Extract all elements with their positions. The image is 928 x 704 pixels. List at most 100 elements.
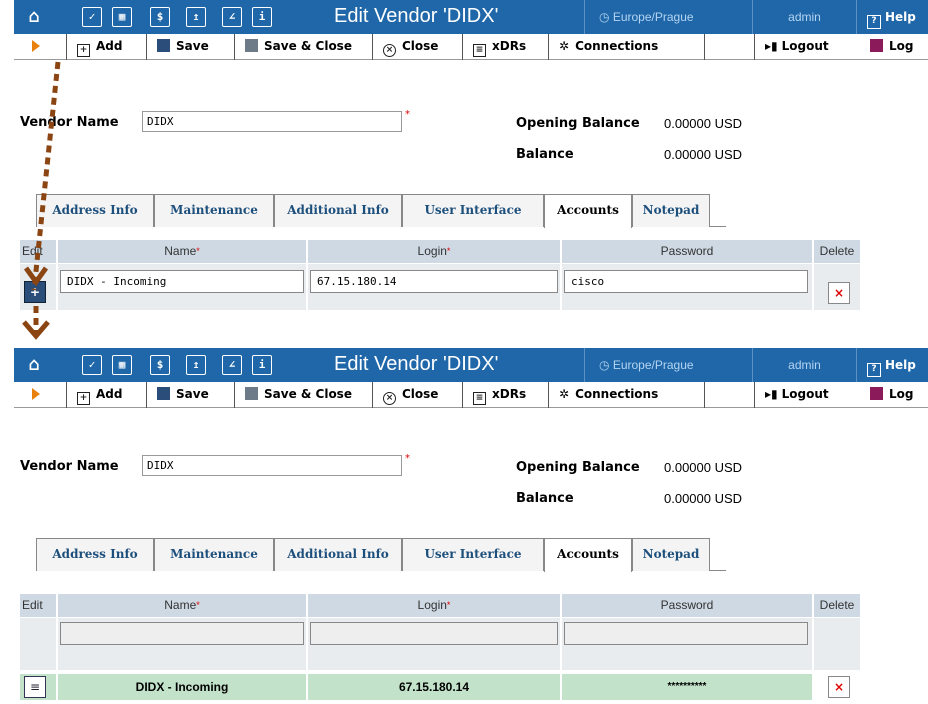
save-close-button[interactable]: Save & Close — [234, 382, 372, 408]
timezone-link[interactable]: ◷ Europe/Prague — [584, 0, 752, 34]
col-delete-header: Delete — [814, 594, 862, 617]
connections-button[interactable]: ✲ Connections — [548, 34, 704, 60]
delete-icon[interactable]: × — [828, 676, 850, 698]
chart-icon[interactable]: ∠ — [222, 7, 242, 27]
logout-label: Logout — [781, 387, 829, 401]
log-button[interactable]: Log — [860, 382, 928, 408]
vendor-name-input[interactable]: DIDX — [142, 455, 402, 476]
xdrs-button[interactable]: ≡ xDRs — [462, 34, 548, 60]
filter-delete-cell — [814, 618, 862, 670]
col-name-header: Name* — [58, 240, 308, 263]
arrow-head-lower — [22, 320, 50, 340]
edit-row-icon[interactable]: ≡ — [24, 676, 46, 698]
export-icon[interactable]: ↥ — [186, 355, 206, 375]
play-arrow-icon[interactable] — [32, 40, 40, 52]
add-label: Add — [96, 39, 123, 53]
help-button[interactable]: ? Help — [856, 0, 928, 34]
close-button[interactable]: × Close — [372, 382, 462, 408]
saved-account-name: DIDX - Incoming — [58, 674, 308, 700]
balance-label: Balance — [516, 147, 574, 162]
account-password-input[interactable]: cisco — [564, 270, 808, 293]
tab-user-interface[interactable]: User Interface — [402, 538, 544, 571]
add-button[interactable]: + Add — [66, 34, 146, 60]
logout-icon: ▸▮ — [765, 387, 778, 401]
dollar-icon[interactable]: $ — [150, 355, 170, 375]
toolbar-spacer — [704, 34, 754, 60]
balance-value: 0.00000 USD — [664, 147, 743, 162]
user-link[interactable]: admin — [752, 348, 856, 382]
saved-account-password: ********** — [562, 674, 814, 700]
account-name-input[interactable]: DIDX - Incoming — [60, 270, 304, 293]
toolbar-spacer — [704, 382, 754, 408]
top-nav-bar: ⌂ ✓ ▦ $ ↥ ∠ i Edit Vendor 'DIDX' ◷ Europ… — [14, 348, 928, 382]
tab-maintenance[interactable]: Maintenance — [154, 538, 274, 571]
vendor-name-label: Vendor Name — [20, 459, 119, 474]
save-label: Save — [176, 39, 209, 53]
xdrs-button[interactable]: ≡ xDRs — [462, 382, 548, 408]
export-icon[interactable]: ↥ — [186, 7, 206, 27]
tab-additional-info[interactable]: Additional Info — [274, 194, 402, 227]
col-login-header: Login* — [308, 594, 562, 617]
help-label: Help — [885, 358, 916, 372]
col-name-label: Name — [164, 598, 197, 612]
checkbox-icon[interactable]: ✓ — [82, 7, 102, 27]
home-icon[interactable]: ⌂ — [24, 355, 44, 375]
connections-icon: ✲ — [559, 387, 570, 401]
info-icon[interactable]: i — [252, 355, 272, 375]
log-icon — [870, 39, 883, 52]
tab-additional-info[interactable]: Additional Info — [274, 538, 402, 571]
delete-icon[interactable]: × — [828, 282, 850, 304]
save-close-label: Save & Close — [264, 387, 352, 401]
save-button[interactable]: Save — [146, 382, 234, 408]
chart-icon[interactable]: ∠ — [222, 355, 242, 375]
logout-button[interactable]: ▸▮ Logout — [754, 382, 860, 408]
tab-bar: Address Info Maintenance Additional Info… — [36, 538, 726, 572]
log-button[interactable]: Log — [860, 34, 928, 60]
col-login-header: Login* — [308, 240, 562, 263]
connections-button[interactable]: ✲ Connections — [548, 382, 704, 408]
close-button[interactable]: × Close — [372, 34, 462, 60]
col-password-header: Password — [562, 594, 814, 617]
dollar-icon[interactable]: $ — [150, 7, 170, 27]
save-close-button[interactable]: Save & Close — [234, 34, 372, 60]
add-button[interactable]: + Add — [66, 382, 146, 408]
close-label: Close — [402, 39, 439, 53]
required-marker: * — [405, 109, 410, 120]
col-name-label: Name — [164, 244, 197, 258]
connections-label: Connections — [575, 39, 659, 53]
logout-icon: ▸▮ — [765, 39, 778, 53]
tab-notepad[interactable]: Notepad — [632, 194, 710, 227]
tab-bar: Address Info Maintenance Additional Info… — [36, 194, 726, 228]
tab-notepad[interactable]: Notepad — [632, 538, 710, 571]
top-nav-bar: ⌂ ✓ ▦ $ ↥ ∠ i Edit Vendor 'DIDX' ◷ Europ… — [14, 0, 928, 34]
grid-icon[interactable]: ▦ — [112, 355, 132, 375]
required-marker: * — [405, 453, 410, 464]
toolbar: + Add Save Save & Close × Close ≡ xDRs ✲ Con… — [14, 382, 928, 408]
tab-maintenance[interactable]: Maintenance — [154, 194, 274, 227]
home-icon[interactable]: ⌂ — [24, 7, 44, 27]
opening-balance-value: 0.00000 USD — [664, 460, 743, 475]
save-row-icon[interactable]: + — [24, 281, 46, 303]
tab-address-info[interactable]: Address Info — [36, 194, 154, 227]
grid-icon[interactable]: ▦ — [112, 7, 132, 27]
name-filter-input[interactable] — [60, 622, 304, 645]
logout-button[interactable]: ▸▮ Logout — [754, 34, 860, 60]
play-arrow-icon[interactable] — [32, 388, 40, 400]
timezone-link[interactable]: ◷ Europe/Prague — [584, 348, 752, 382]
col-delete-header: Delete — [814, 240, 862, 263]
user-link[interactable]: admin — [752, 0, 856, 34]
save-button[interactable]: Save — [146, 34, 234, 60]
password-filter-input[interactable] — [564, 622, 808, 645]
checkbox-icon[interactable]: ✓ — [82, 355, 102, 375]
account-login-input[interactable]: 67.15.180.14 — [310, 270, 558, 293]
tab-accounts[interactable]: Accounts — [544, 194, 632, 228]
vendor-name-input[interactable]: DIDX — [142, 111, 402, 132]
help-button[interactable]: ? Help — [856, 348, 928, 382]
tab-accounts[interactable]: Accounts — [544, 538, 632, 572]
tab-user-interface[interactable]: User Interface — [402, 194, 544, 227]
info-icon[interactable]: i — [252, 7, 272, 27]
login-filter-input[interactable] — [310, 622, 558, 645]
add-label: Add — [96, 387, 123, 401]
tab-address-info[interactable]: Address Info — [36, 538, 154, 571]
xdrs-icon: ≡ — [473, 392, 486, 405]
